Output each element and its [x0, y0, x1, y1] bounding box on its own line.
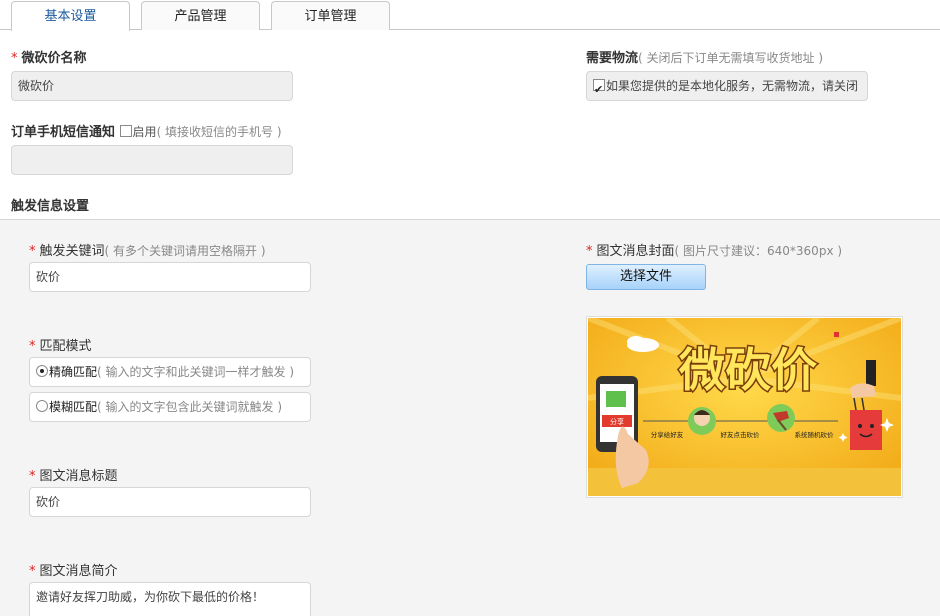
name-label: * 微砍价名称 — [11, 51, 87, 66]
tab-bar: 基本设置 产品管理 订单管理 — [0, 0, 940, 31]
name-input[interactable]: 微砍价 — [11, 71, 293, 101]
cover-step-2: 好友点击砍价 — [721, 430, 761, 439]
required-mark: * — [11, 51, 18, 66]
news-title-input[interactable]: 砍价 — [29, 487, 311, 517]
logistics-checkbox[interactable] — [593, 76, 605, 104]
tab-product-management[interactable]: 产品管理 — [141, 1, 260, 30]
cover-preview: 微砍价 分享 分享给好友 好友点击砍价 系统随机砍价 — [586, 316, 903, 498]
match-exact-option[interactable]: 精确匹配( 输入的文字和此关键词一样才触发 ) — [29, 357, 311, 387]
logistics-toggle[interactable]: 如果您提供的是本地化服务，无需物流，请关闭 — [586, 71, 868, 104]
sms-enable-checkbox[interactable] — [119, 125, 132, 137]
match-mode-label: * 匹配模式 — [29, 339, 92, 354]
cover-label: * 图文消息封面( 图片尺寸建议：640*360px ) — [586, 244, 843, 259]
cover-step-3: 系统随机砍价 — [795, 430, 835, 439]
tab-basic-settings[interactable]: 基本设置 — [11, 1, 130, 31]
logistics-label: 需要物流( 关闭后下订单无需填写收货地址 ) — [586, 51, 824, 66]
news-summary-label: * 图文消息简介 — [29, 564, 118, 579]
keyword-label: * 触发关键词( 有多个关键词请用空格隔开 ) — [29, 244, 266, 259]
logistics-hint: ( 关闭后下订单无需填写收货地址 ) — [638, 51, 824, 65]
sms-phone-input[interactable] — [11, 145, 293, 175]
cover-banner-title: 微砍价 — [678, 343, 817, 397]
tab-order-management[interactable]: 订单管理 — [271, 1, 390, 30]
cover-share-label: 分享 — [610, 417, 624, 426]
cover-step-1: 分享给好友 — [651, 430, 684, 439]
cover-banner-image: 微砍价 分享 分享给好友 好友点击砍价 系统随机砍价 — [588, 318, 901, 496]
match-fuzzy-option[interactable]: 模糊匹配( 输入的文字包含此关键词就触发 ) — [29, 392, 311, 422]
match-exact-radio[interactable] — [36, 365, 48, 377]
match-fuzzy-radio[interactable] — [36, 400, 48, 412]
news-summary-textarea[interactable]: 邀请好友挥刀助威，为你砍下最低的价格！ — [29, 582, 311, 616]
trigger-section-title: 触发信息设置 — [11, 199, 90, 214]
keyword-input[interactable]: 砍价 — [29, 262, 311, 292]
choose-file-button[interactable]: 选择文件 — [586, 264, 706, 290]
news-title-label: * 图文消息标题 — [29, 469, 118, 484]
sms-label: 订单手机短信通知 启用( 填接收短信的手机号 ) — [11, 125, 282, 140]
